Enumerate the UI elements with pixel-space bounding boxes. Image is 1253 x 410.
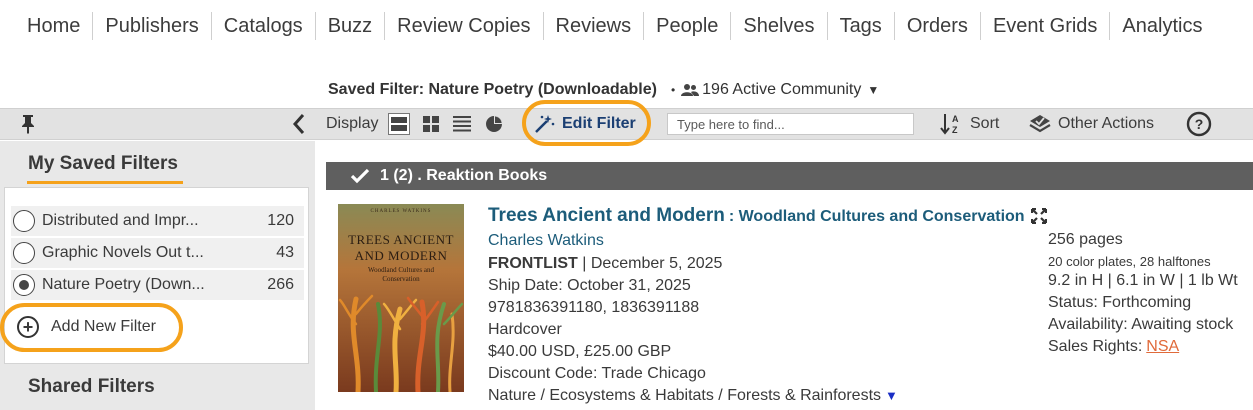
book-discount-code: Discount Code: Trade Chicago xyxy=(488,365,706,382)
book-dimensions: 9.2 in H | 6.1 in W | 1 lb Wt xyxy=(1048,272,1238,289)
nav-people[interactable]: People xyxy=(643,12,730,40)
svg-text:A: A xyxy=(952,114,959,124)
book-status: Status: Forthcoming xyxy=(1048,294,1192,311)
display-label: Display xyxy=(326,115,379,132)
nav-tags[interactable]: Tags xyxy=(826,12,894,40)
sales-rights-link[interactable]: NSA xyxy=(1146,338,1179,355)
saved-filter-name: Graphic Novels Out t... xyxy=(42,244,204,261)
svg-text:Z: Z xyxy=(952,125,958,135)
saved-filter-count: 266 xyxy=(267,276,294,293)
nav-buzz[interactable]: Buzz xyxy=(314,12,384,40)
other-actions-label: Other Actions xyxy=(1058,115,1155,132)
saved-filter-item[interactable]: Nature Poetry (Down... 266 xyxy=(11,270,304,300)
nav-analytics[interactable]: Analytics xyxy=(1109,12,1214,40)
radio-button-selected[interactable] xyxy=(13,274,35,296)
shared-filters-heading[interactable]: Shared Filters xyxy=(28,376,155,398)
view-list-icon[interactable] xyxy=(451,109,473,139)
saved-filter-count: 43 xyxy=(276,244,294,261)
separator-bullet: • xyxy=(670,83,676,97)
cover-title: TREES ANCIENT AND MODERN xyxy=(348,232,454,263)
collapse-sidebar-chevron-icon[interactable] xyxy=(290,109,308,139)
layers-check-icon xyxy=(1029,115,1051,133)
checkmark-icon xyxy=(350,168,370,184)
add-filter-highlight-ring xyxy=(0,303,183,352)
nav-orders[interactable]: Orders xyxy=(893,12,980,40)
sidebar: My Saved Filters Distributed and Impr...… xyxy=(0,141,315,410)
publisher-group-label: 1 (2) . Reaktion Books xyxy=(380,167,548,184)
sort-az-icon: AZ xyxy=(940,114,959,135)
sort-label: Sort xyxy=(970,115,1000,132)
saved-filter-item[interactable]: Distributed and Impr... 120 xyxy=(11,206,304,236)
community-people-icon xyxy=(681,83,700,97)
book-subject: Nature / Ecosystems & Habitats / Forests… xyxy=(488,387,898,404)
svg-text:?: ? xyxy=(1195,116,1204,132)
book-illustrations: 20 color plates, 28 halftones xyxy=(1048,254,1211,269)
other-actions-button[interactable]: Other Actions xyxy=(1028,109,1154,139)
nav-catalogs[interactable]: Catalogs xyxy=(210,12,315,40)
book-price: $40.00 USD, £25.00 GBP xyxy=(488,343,672,360)
saved-filter-title: Saved Filter: Nature Poetry (Downloadabl… xyxy=(328,81,879,99)
heading-underline xyxy=(27,181,183,184)
nav-reviews[interactable]: Reviews xyxy=(542,12,644,40)
book-availability: Availability: Awaiting stock xyxy=(1048,316,1234,333)
book-format: Hardcover xyxy=(488,321,562,338)
book-author-link[interactable]: Charles Watkins xyxy=(488,232,604,250)
book-subtitle[interactable]: : Woodland Cultures and Conservation xyxy=(729,208,1025,226)
cover-subtitle: Woodland Cultures and Conservation xyxy=(368,266,434,283)
nav-review-copies[interactable]: Review Copies xyxy=(384,12,542,40)
book-isbn: 9781836391180, 1836391188 xyxy=(488,299,700,316)
community-dropdown-caret-icon[interactable]: ▼ xyxy=(867,83,879,97)
pin-icon[interactable] xyxy=(18,109,38,139)
book-ship-date: Ship Date: October 31, 2025 xyxy=(488,277,691,294)
community-selector[interactable]: 196 Active Community xyxy=(702,81,861,99)
nav-event-grids[interactable]: Event Grids xyxy=(979,12,1109,40)
nav-shelves[interactable]: Shelves xyxy=(730,12,826,40)
saved-filter-count: 120 xyxy=(267,212,294,229)
radio-button[interactable] xyxy=(13,210,35,232)
top-nav: Home Publishers Catalogs Buzz Review Cop… xyxy=(15,10,1214,42)
book-title-link[interactable]: Trees Ancient and Modern : Woodland Cult… xyxy=(488,205,1047,227)
saved-filter-name: Nature Poetry (Down... xyxy=(42,276,205,293)
nav-publishers[interactable]: Publishers xyxy=(92,12,210,40)
publisher-group-header[interactable]: 1 (2) . Reaktion Books xyxy=(326,162,1253,190)
saved-filter-item[interactable]: Graphic Novels Out t... 43 xyxy=(11,238,304,268)
search-input[interactable] xyxy=(667,113,914,135)
sort-button[interactable]: AZ Sort xyxy=(940,109,999,139)
subject-expand-caret-icon[interactable]: ▼ xyxy=(885,388,898,403)
book-frontlist-date: FRONTLIST | December 5, 2025 xyxy=(488,255,723,272)
nav-home[interactable]: Home xyxy=(15,12,92,40)
help-icon[interactable]: ? xyxy=(1186,109,1212,139)
my-saved-filters-heading: My Saved Filters xyxy=(28,153,178,174)
view-grid-icon[interactable] xyxy=(420,109,442,139)
edit-filter-highlight-ring xyxy=(522,100,651,146)
view-list-large-icon[interactable] xyxy=(388,109,410,139)
expand-arrows-icon[interactable] xyxy=(1030,208,1047,224)
book-sales-rights: Sales Rights: NSA xyxy=(1048,338,1180,355)
saved-filter-name: Distributed and Impr... xyxy=(42,212,199,229)
cover-author: CHARLES WATKINS xyxy=(370,209,432,214)
book-cover[interactable]: CHARLES WATKINS TREES ANCIENT AND MODERN… xyxy=(338,204,464,392)
book-title[interactable]: Trees Ancient and Modern xyxy=(488,205,725,227)
radio-button[interactable] xyxy=(13,242,35,264)
saved-filter-label: Saved Filter: Nature Poetry (Downloadabl… xyxy=(328,81,657,98)
view-pie-chart-icon[interactable] xyxy=(483,109,505,139)
book-pages: 256 pages xyxy=(1048,231,1123,248)
